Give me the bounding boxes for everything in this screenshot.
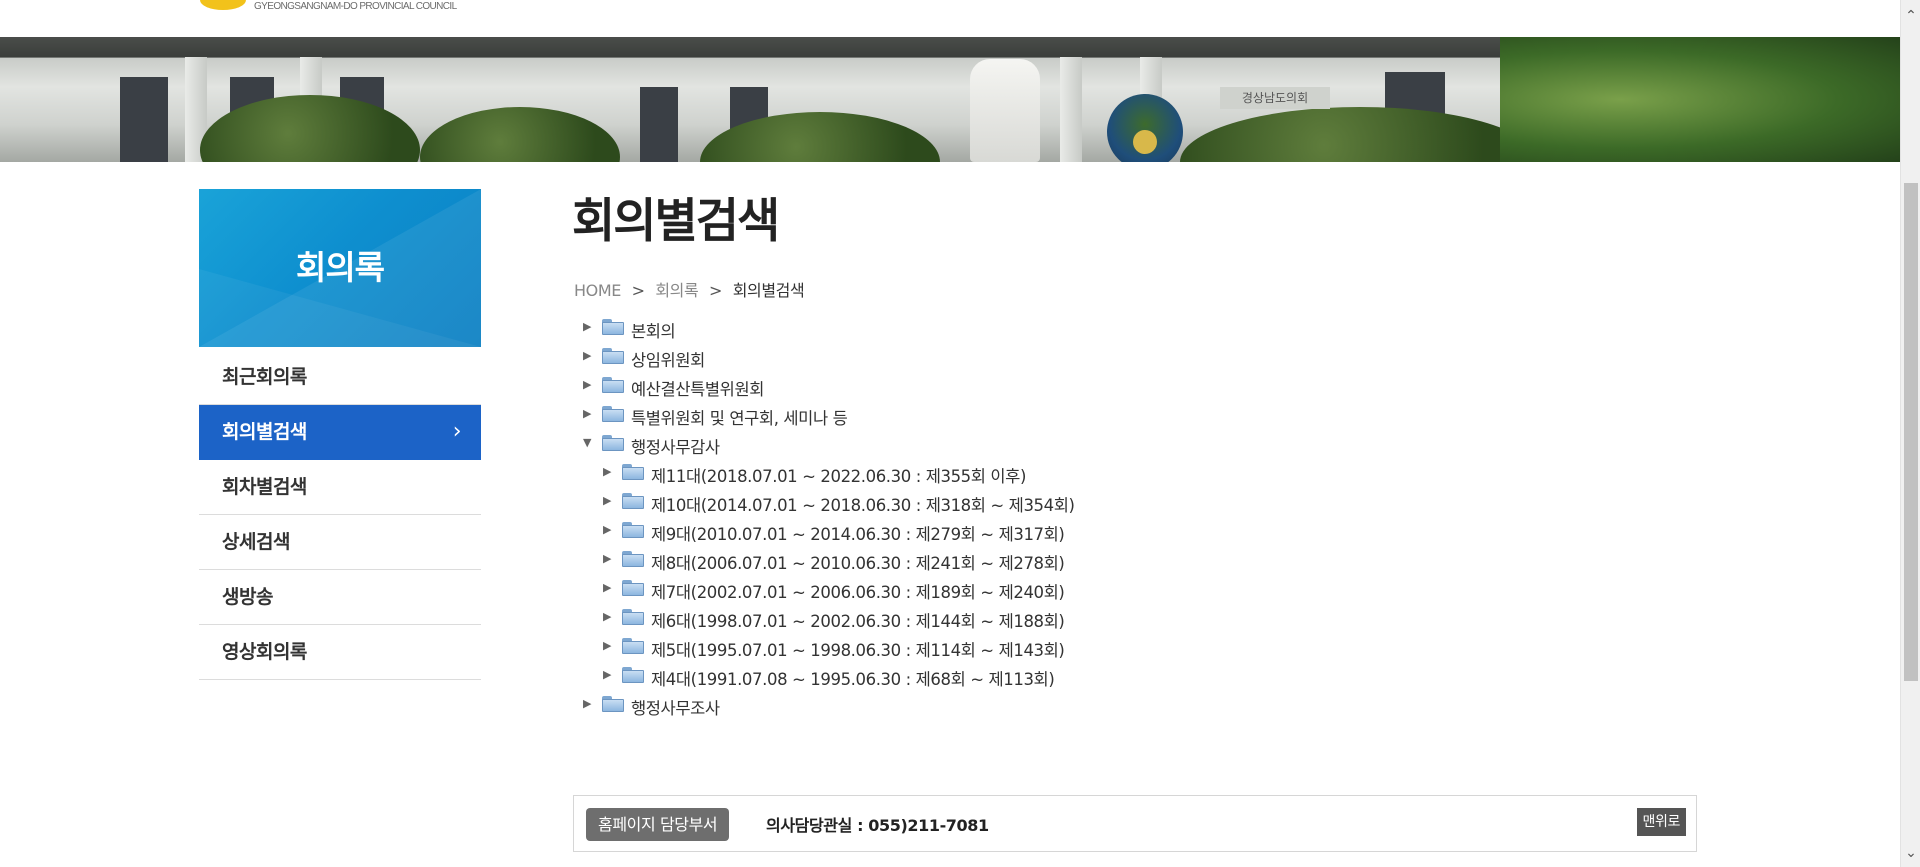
tree-node-label[interactable]: 행정사무조사: [631, 695, 720, 719]
folder-icon: [622, 464, 644, 480]
sidebar-item-label: 회의별검색: [222, 421, 307, 443]
tree-node-label[interactable]: 예산결산특별위원회: [631, 376, 764, 400]
page-scrollbar[interactable]: ⌃ ⌄: [1900, 0, 1920, 867]
folder-icon: [602, 435, 624, 451]
tree-node-label[interactable]: 제8대(2006.07.01 ~ 2010.06.30 : 제241회 ~ 제2…: [651, 550, 1065, 574]
sidebar-header: 회의록: [199, 189, 481, 347]
tree-node-label[interactable]: 제10대(2014.07.01 ~ 2018.06.30 : 제318회 ~ 제…: [651, 492, 1075, 516]
tree-node-label[interactable]: 제7대(2002.07.01 ~ 2006.06.30 : 제189회 ~ 제2…: [651, 579, 1065, 603]
expand-closed-icon[interactable]: ▶: [603, 639, 611, 652]
site-header: GYEONGSANGNAM-DO PROVINCIAL COUNCIL: [0, 0, 1900, 38]
sidebar-item-video-minutes[interactable]: 영상회의록: [199, 625, 481, 680]
tree-node-label[interactable]: 특별위원회 및 연구회, 세미나 등: [631, 405, 848, 429]
building-window: [120, 77, 168, 162]
folder-icon: [622, 609, 644, 625]
back-to-top-button[interactable]: 맨위로: [1636, 808, 1686, 836]
tree-node-label[interactable]: 행정사무감사: [631, 434, 720, 458]
forest-trees: [1500, 37, 1900, 162]
logo-subtitle[interactable]: GYEONGSANGNAM-DO PROVINCIAL COUNCIL: [254, 1, 457, 12]
chevron-right-icon: ›: [452, 419, 462, 444]
council-logo-emblem[interactable]: [200, 0, 246, 10]
tree-node-label[interactable]: 제11대(2018.07.01 ~ 2022.06.30 : 제355회 이후): [651, 463, 1026, 487]
breadcrumb-separator: >: [709, 281, 723, 300]
breadcrumb-level1[interactable]: 회의록: [655, 281, 698, 300]
sidebar-menu: 최근회의록 회의별검색 › 회차별검색 상세검색 생방송 영상회의록: [199, 350, 481, 680]
building-window: [640, 87, 678, 162]
building-sign: 경상남도의회: [1220, 87, 1330, 109]
tree-node-label[interactable]: 제6대(1998.07.01 ~ 2002.06.30 : 제144회 ~ 제1…: [651, 608, 1065, 632]
expand-closed-icon[interactable]: ▶: [603, 581, 611, 594]
chevron-down-icon[interactable]: ⌄: [1901, 843, 1920, 863]
folder-icon: [622, 551, 644, 567]
tree-node-label[interactable]: 상임위원회: [631, 347, 705, 371]
expand-closed-icon[interactable]: ▶: [603, 494, 611, 507]
sidebar-item-detailed-search[interactable]: 상세검색: [199, 515, 481, 570]
folder-icon: [622, 493, 644, 509]
expand-closed-icon[interactable]: ▶: [603, 552, 611, 565]
folder-icon: [602, 377, 624, 393]
expand-closed-icon[interactable]: ▶: [583, 697, 591, 710]
expand-closed-icon[interactable]: ▶: [603, 465, 611, 478]
expand-closed-icon[interactable]: ▶: [583, 320, 591, 333]
expand-closed-icon[interactable]: ▶: [583, 349, 591, 362]
emblem-center: [1133, 130, 1157, 154]
folder-icon: [622, 580, 644, 596]
statue: [970, 59, 1040, 162]
sidebar-item-live-broadcast[interactable]: 생방송: [199, 570, 481, 625]
sidebar-title: 회의록: [295, 248, 385, 287]
tree-node-label[interactable]: 본회의: [631, 318, 676, 342]
breadcrumb-separator: >: [631, 281, 645, 300]
folder-icon: [602, 319, 624, 335]
folder-icon: [622, 667, 644, 683]
sidebar-item-search-by-session[interactable]: 회차별검색: [199, 460, 481, 515]
contact-info: 의사담당관실 : 055)211-7081: [766, 816, 989, 835]
banner-image: 경상남도의회: [0, 37, 1900, 162]
folder-icon: [602, 348, 624, 364]
folder-icon: [602, 406, 624, 422]
breadcrumb-home[interactable]: HOME: [574, 281, 621, 300]
tree-node-label[interactable]: 제5대(1995.07.01 ~ 1998.06.30 : 제114회 ~ 제1…: [651, 637, 1065, 661]
page-title: 회의별검색: [572, 194, 780, 249]
sidebar-item-recent-minutes[interactable]: 최근회의록: [199, 350, 481, 405]
folder-icon: [622, 638, 644, 654]
expand-closed-icon[interactable]: ▶: [583, 407, 591, 420]
sidebar-item-search-by-meeting[interactable]: 회의별검색 ›: [199, 405, 481, 460]
chevron-up-icon[interactable]: ⌃: [1901, 6, 1920, 26]
folder-icon: [622, 522, 644, 538]
expand-closed-icon[interactable]: ▶: [603, 523, 611, 536]
tree-node-label[interactable]: 제4대(1991.07.08 ~ 1995.06.30 : 제68회 ~ 제11…: [651, 666, 1055, 690]
expand-open-icon[interactable]: ▼: [583, 436, 591, 449]
breadcrumb-current: 회의별검색: [732, 281, 805, 300]
expand-closed-icon[interactable]: ▶: [583, 378, 591, 391]
homepage-dept-button[interactable]: 홈페이지 담당부서: [586, 808, 730, 841]
expand-closed-icon[interactable]: ▶: [603, 668, 611, 681]
tree-node-label[interactable]: 제9대(2010.07.01 ~ 2014.06.30 : 제279회 ~ 제3…: [651, 521, 1065, 545]
building-column: [1060, 57, 1082, 162]
expand-closed-icon[interactable]: ▶: [603, 610, 611, 623]
breadcrumb: HOME > 회의록 > 회의별검색: [574, 277, 805, 301]
folder-icon: [602, 696, 624, 712]
scrollbar-thumb[interactable]: [1904, 183, 1918, 681]
footer-bar: 홈페이지 담당부서 의사담당관실 : 055)211-7081 맨위로: [573, 795, 1697, 852]
